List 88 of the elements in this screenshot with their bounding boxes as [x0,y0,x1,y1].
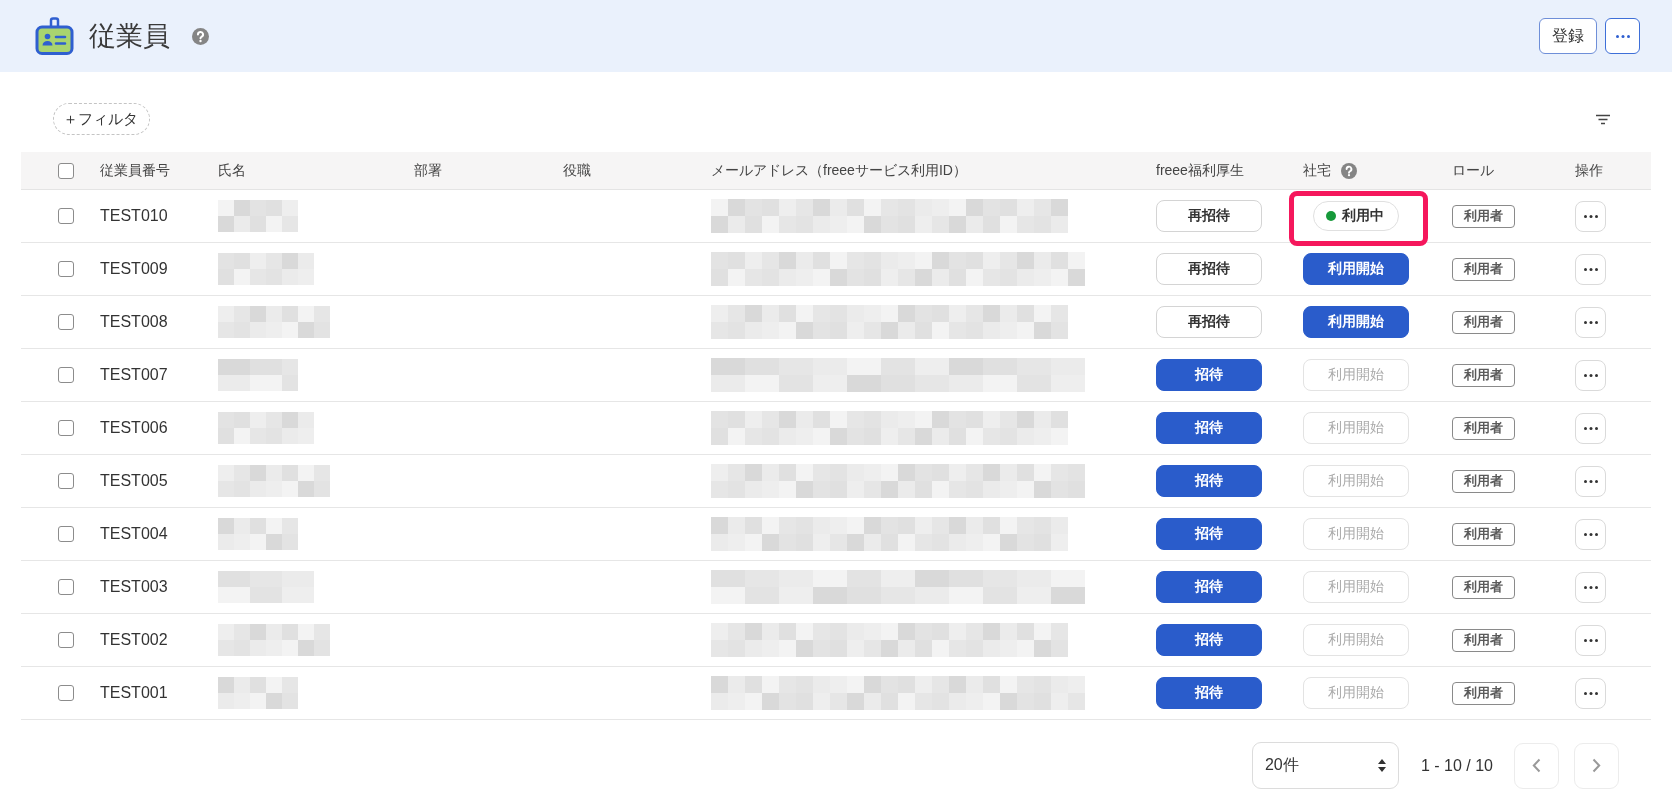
housing-start-button[interactable]: 利用開始 [1303,253,1409,285]
row-menu-button[interactable] [1575,306,1606,338]
employee-id: TEST002 [100,631,168,648]
invite-button[interactable]: 招待 [1156,518,1262,550]
more-icon [1583,585,1598,589]
row-menu-button[interactable] [1575,571,1606,603]
row-checkbox[interactable] [58,367,74,383]
employee-id: TEST007 [100,366,168,383]
column-header: 操作 [1575,161,1603,180]
row-checkbox[interactable] [58,208,74,224]
row-checkbox[interactable] [58,420,74,436]
page-range: 1 - 10 / 10 [1420,756,1493,775]
chevron-left-icon [1532,758,1541,773]
status-dot-icon [1326,211,1336,221]
page-title: 従業員 [89,20,170,53]
row-checkbox[interactable] [58,314,74,330]
help-icon[interactable] [192,27,209,45]
invite-button[interactable]: 招待 [1156,677,1262,709]
employee-id: TEST005 [100,472,168,489]
column-header: 氏名 [218,161,246,180]
row-menu-button[interactable] [1575,359,1606,391]
role-tag: 利用者 [1452,522,1515,546]
column-header: 社宅 [1303,161,1331,180]
role-tag: 利用者 [1452,469,1515,493]
more-icon [1583,426,1598,430]
employee-id: TEST003 [100,578,168,595]
role-tag: 利用者 [1452,363,1515,387]
register-button[interactable]: 登録 [1539,18,1597,54]
row-menu-button[interactable] [1575,624,1606,656]
role-tag: 利用者 [1452,310,1515,334]
role-tag: 利用者 [1452,416,1515,440]
invite-button[interactable]: 再招待 [1156,306,1262,338]
more-icon [1583,532,1598,536]
invite-button[interactable]: 再招待 [1156,200,1262,232]
row-menu-button[interactable] [1575,253,1606,285]
role-tag: 利用者 [1452,575,1515,599]
column-header: 従業員番号 [100,161,170,180]
column-header: freee福利厚生 [1156,161,1244,180]
more-button[interactable] [1605,18,1640,54]
add-filter-button[interactable]: ＋フィルタ [53,103,150,135]
employee-id: TEST010 [100,207,168,224]
invite-button[interactable]: 招待 [1156,359,1262,391]
up-down-caret-icon [1377,759,1386,772]
row-menu-button[interactable] [1575,200,1606,232]
chevron-right-icon [1592,758,1601,773]
role-tag: 利用者 [1452,628,1515,652]
row-checkbox[interactable] [58,685,74,701]
invite-button[interactable]: 再招待 [1156,253,1262,285]
invite-button[interactable]: 招待 [1156,624,1262,656]
more-icon [1583,267,1598,271]
housing-start-button[interactable]: 利用開始 [1303,306,1409,338]
employee-id: TEST008 [100,313,168,330]
help-icon[interactable] [1341,162,1357,179]
more-icon [1615,34,1630,38]
row-checkbox[interactable] [58,261,74,277]
row-checkbox[interactable] [58,632,74,648]
row-menu-button[interactable] [1575,412,1606,444]
employee-id: TEST009 [100,260,168,277]
row-menu-button[interactable] [1575,465,1606,497]
role-tag: 利用者 [1452,204,1515,228]
select-all-checkbox[interactable] [58,162,74,179]
more-icon [1583,638,1598,642]
invite-button[interactable]: 招待 [1156,571,1262,603]
employee-id: TEST001 [100,684,168,701]
status-label: 利用中 [1342,207,1384,225]
column-header: 役職 [563,161,591,180]
row-checkbox[interactable] [58,473,74,489]
invite-button[interactable]: 招待 [1156,465,1262,497]
row-menu-button[interactable] [1575,518,1606,550]
employee-id: TEST004 [100,525,168,542]
role-tag: 利用者 [1452,257,1515,281]
more-icon [1583,373,1598,377]
column-header: メールアドレス（freeeサービス利用ID） [711,161,967,180]
id-badge-icon [35,17,74,55]
row-checkbox[interactable] [58,579,74,595]
more-icon [1583,320,1598,324]
column-header: ロール [1452,161,1494,180]
row-menu-button[interactable] [1575,677,1606,709]
role-tag: 利用者 [1452,681,1515,705]
page-size-select[interactable]: 20件 [1251,742,1399,789]
employee-id: TEST006 [100,419,168,436]
more-icon [1583,214,1598,218]
more-icon [1583,691,1598,695]
filter-icon[interactable] [1596,113,1610,125]
column-header: 部署 [414,161,442,180]
more-icon [1583,479,1598,483]
row-checkbox[interactable] [58,526,74,542]
invite-button[interactable]: 招待 [1156,412,1262,444]
